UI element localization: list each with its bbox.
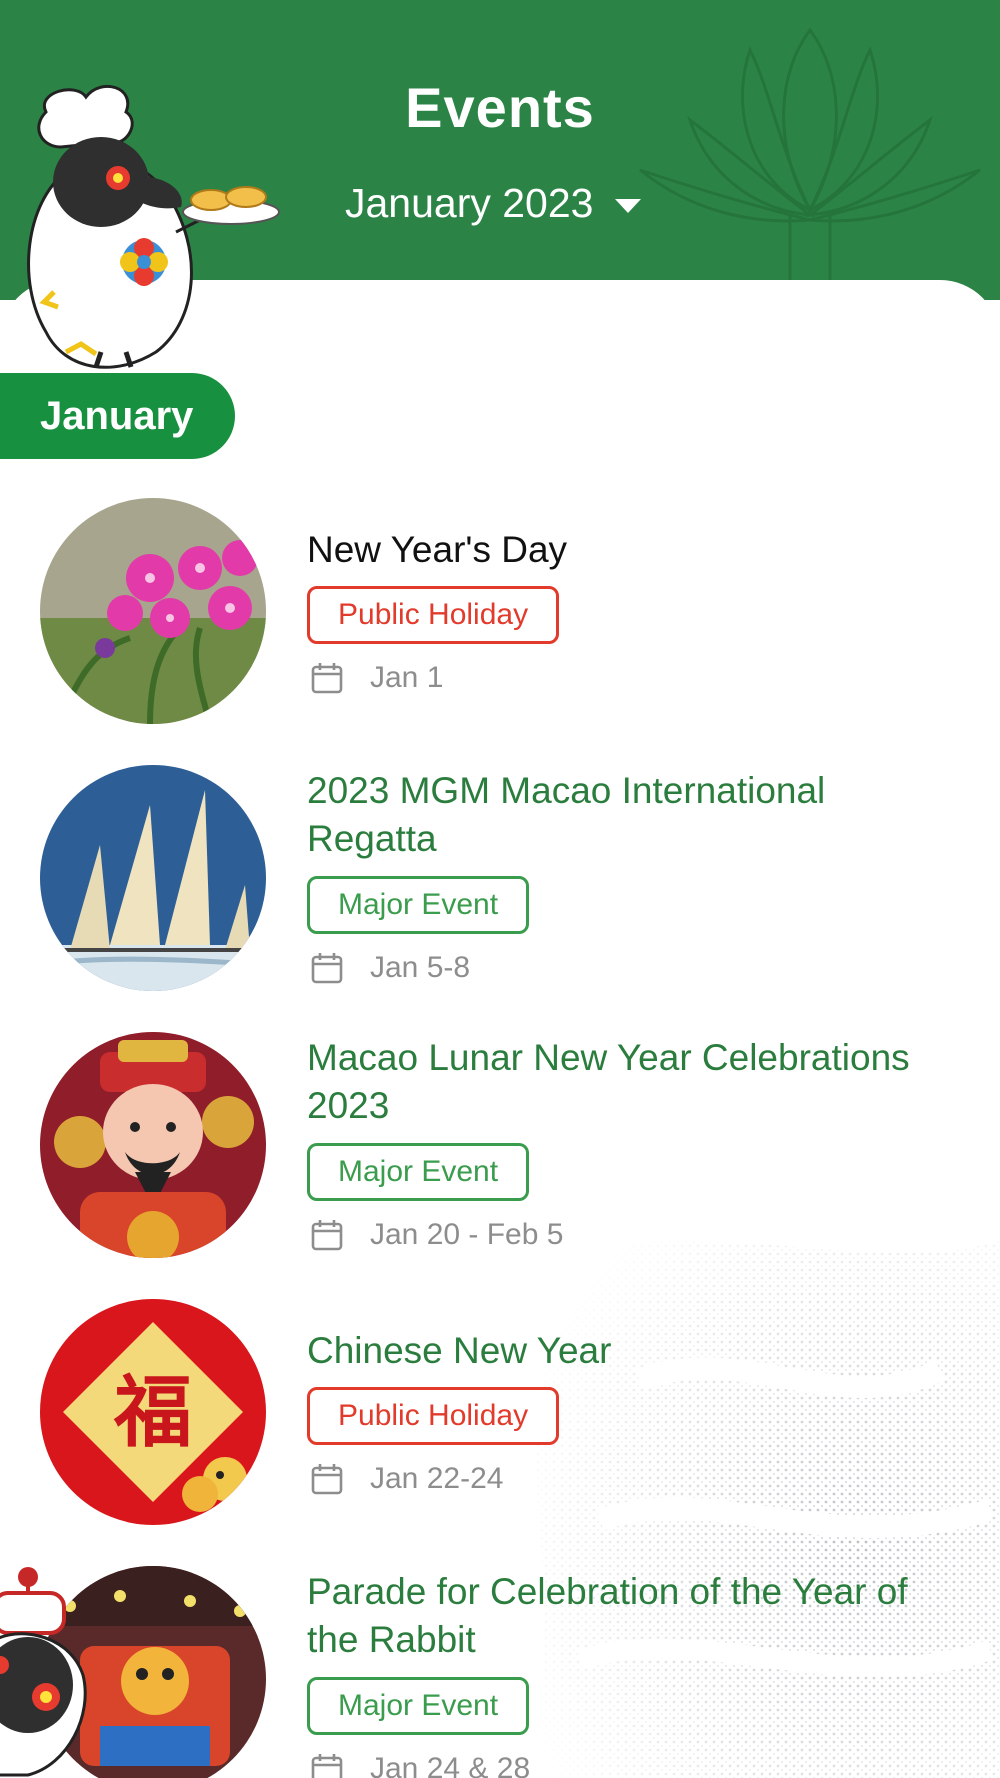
event-list-item[interactable]: Macao Lunar New Year Celebrations 2023 M… [0, 1032, 1000, 1282]
event-title: Macao Lunar New Year Celebrations 2023 [307, 1037, 910, 1126]
event-date-text: Jan 22-24 [370, 1462, 504, 1495]
lotus-watermark-icon [639, 27, 981, 300]
event-date: Jan 5-8 [310, 951, 470, 985]
floating-mascot-icon[interactable] [0, 1565, 98, 1778]
event-date: Jan 1 [310, 661, 443, 695]
god-of-fortune-lantern-photo [40, 1032, 266, 1258]
event-tag-major-event[interactable]: Major Event [307, 876, 530, 934]
calendar-icon [311, 953, 343, 984]
event-list-item[interactable]: 福 Chinese New Year Public Holiday Jan 22… [0, 1299, 1000, 1549]
event-tag-public-holiday[interactable]: Public Holiday [307, 586, 560, 644]
dropdown-caret-icon [615, 198, 642, 213]
event-title: Parade for Celebration of the Year of th… [307, 1571, 908, 1660]
event-thumbnail [40, 498, 266, 724]
calendar-icon [311, 1754, 343, 1778]
fu-character: 福 [113, 1368, 192, 1458]
event-date-text: Jan 1 [370, 661, 444, 694]
event-list-item[interactable]: Parade for Celebration of the Year of th… [0, 1566, 1000, 1778]
event-tag-public-holiday[interactable]: Public Holiday [307, 1387, 560, 1445]
event-title: New Year's Day [307, 529, 568, 570]
fu-character-lion-dance-photo: 福 [40, 1299, 266, 1525]
event-date: Jan 24 & 28 [310, 1752, 530, 1778]
event-title: 2023 MGM Macao International Regatta [307, 770, 826, 859]
month-selector[interactable]: January 2023 [345, 180, 642, 227]
chef-mascot-icon [27, 84, 280, 369]
event-thumbnail: 福 [40, 1299, 266, 1525]
event-date: Jan 20 - Feb 5 [310, 1218, 563, 1252]
event-date-text: Jan 5-8 [370, 951, 471, 984]
event-tag-major-event[interactable]: Major Event [307, 1143, 530, 1201]
calendar-icon [311, 1220, 343, 1251]
event-date: Jan 22-24 [310, 1462, 503, 1496]
event-thumbnail [40, 1032, 266, 1258]
month-selector-label: January 2023 [345, 180, 594, 226]
sailboats-photo [40, 765, 266, 991]
month-section-label: January [0, 373, 235, 459]
calendar-icon [311, 663, 343, 694]
calendar-icon [311, 1464, 343, 1495]
event-list-item[interactable]: 2023 MGM Macao International Regatta Maj… [0, 765, 1000, 1015]
pink-flowers-photo [40, 498, 266, 724]
event-date-text: Jan 20 - Feb 5 [370, 1218, 564, 1251]
event-date-text: Jan 24 & 28 [370, 1752, 531, 1778]
event-title: Chinese New Year [307, 1330, 612, 1371]
event-thumbnail [40, 765, 266, 991]
event-tag-major-event[interactable]: Major Event [307, 1677, 530, 1735]
event-list-item[interactable]: New Year's Day Public Holiday Jan 1 [0, 498, 1000, 748]
